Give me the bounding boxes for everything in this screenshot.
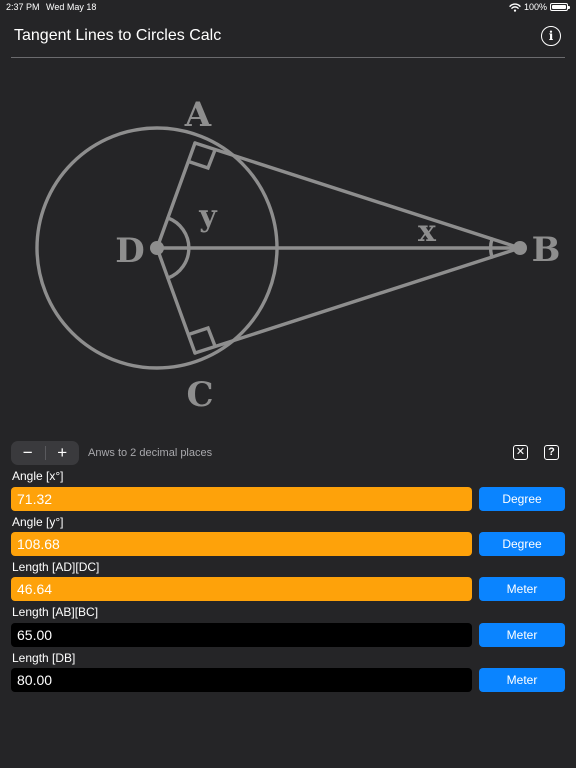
wifi-icon	[509, 2, 521, 12]
angle-x-field[interactable]	[11, 487, 472, 511]
info-glyph: i	[548, 29, 554, 43]
point-b-dot	[513, 241, 527, 255]
angle-x-unit-button[interactable]: Degree	[479, 487, 565, 511]
field-label-length-ab: Length [AB][BC]	[12, 605, 99, 619]
angle-arc-x	[488, 237, 494, 259]
field-label-angle-x: Angle [x°]	[12, 469, 64, 483]
tangent-ab	[193, 141, 522, 250]
label-y: y	[198, 199, 218, 234]
angle-y-field[interactable]	[11, 532, 472, 556]
tangent-cb	[193, 246, 522, 355]
label-d: D	[115, 231, 144, 271]
page-title: Tangent Lines to Circles Calc	[14, 27, 222, 44]
length-db-unit-button[interactable]: Meter	[479, 668, 565, 692]
field-label-length-db: Length [DB]	[12, 651, 76, 665]
increment-button[interactable]: +	[46, 441, 80, 465]
decrement-button[interactable]: −	[11, 441, 45, 465]
length-ab-unit-button[interactable]: Meter	[479, 623, 565, 647]
label-c: C	[186, 375, 213, 415]
status-bar: 2:37 PM Wed May 18 100%	[0, 0, 576, 16]
battery-text: 100%	[523, 2, 547, 12]
status-right: 100%	[509, 2, 570, 12]
info-icon[interactable]: i	[541, 26, 561, 46]
status-time: 2:37 PM	[6, 2, 40, 12]
length-db-field[interactable]	[11, 668, 472, 692]
right-angle-a	[188, 148, 217, 171]
line-da	[155, 141, 197, 250]
right-angle-c	[188, 325, 217, 348]
label-a: A	[184, 95, 212, 135]
line-dc	[155, 246, 197, 355]
precision-stepper[interactable]: − +	[11, 441, 79, 465]
battery-fill	[552, 5, 566, 9]
angle-y-unit-button[interactable]: Degree	[479, 532, 565, 556]
clear-x-icon[interactable]: ✕	[513, 445, 528, 460]
point-d-dot	[150, 241, 164, 255]
status-date: Wed May 18	[46, 2, 97, 12]
label-x: x	[418, 214, 437, 249]
clear-glyph: ✕	[515, 446, 526, 458]
field-label-angle-y: Angle [y°]	[12, 515, 64, 529]
length-ab-field[interactable]	[11, 623, 472, 647]
field-label-length-ad: Length [AD][DC]	[12, 560, 100, 574]
label-b: B	[532, 230, 561, 270]
precision-label: Anws to 2 decimal places	[88, 447, 213, 459]
header-divider	[11, 57, 565, 58]
battery-icon	[550, 3, 570, 11]
help-icon[interactable]: ?	[544, 445, 559, 460]
length-ad-field[interactable]	[11, 577, 472, 601]
tangent-diagram: A B C D y x	[35, 95, 561, 415]
length-ad-unit-button[interactable]: Meter	[479, 577, 565, 601]
help-glyph: ?	[548, 446, 555, 458]
